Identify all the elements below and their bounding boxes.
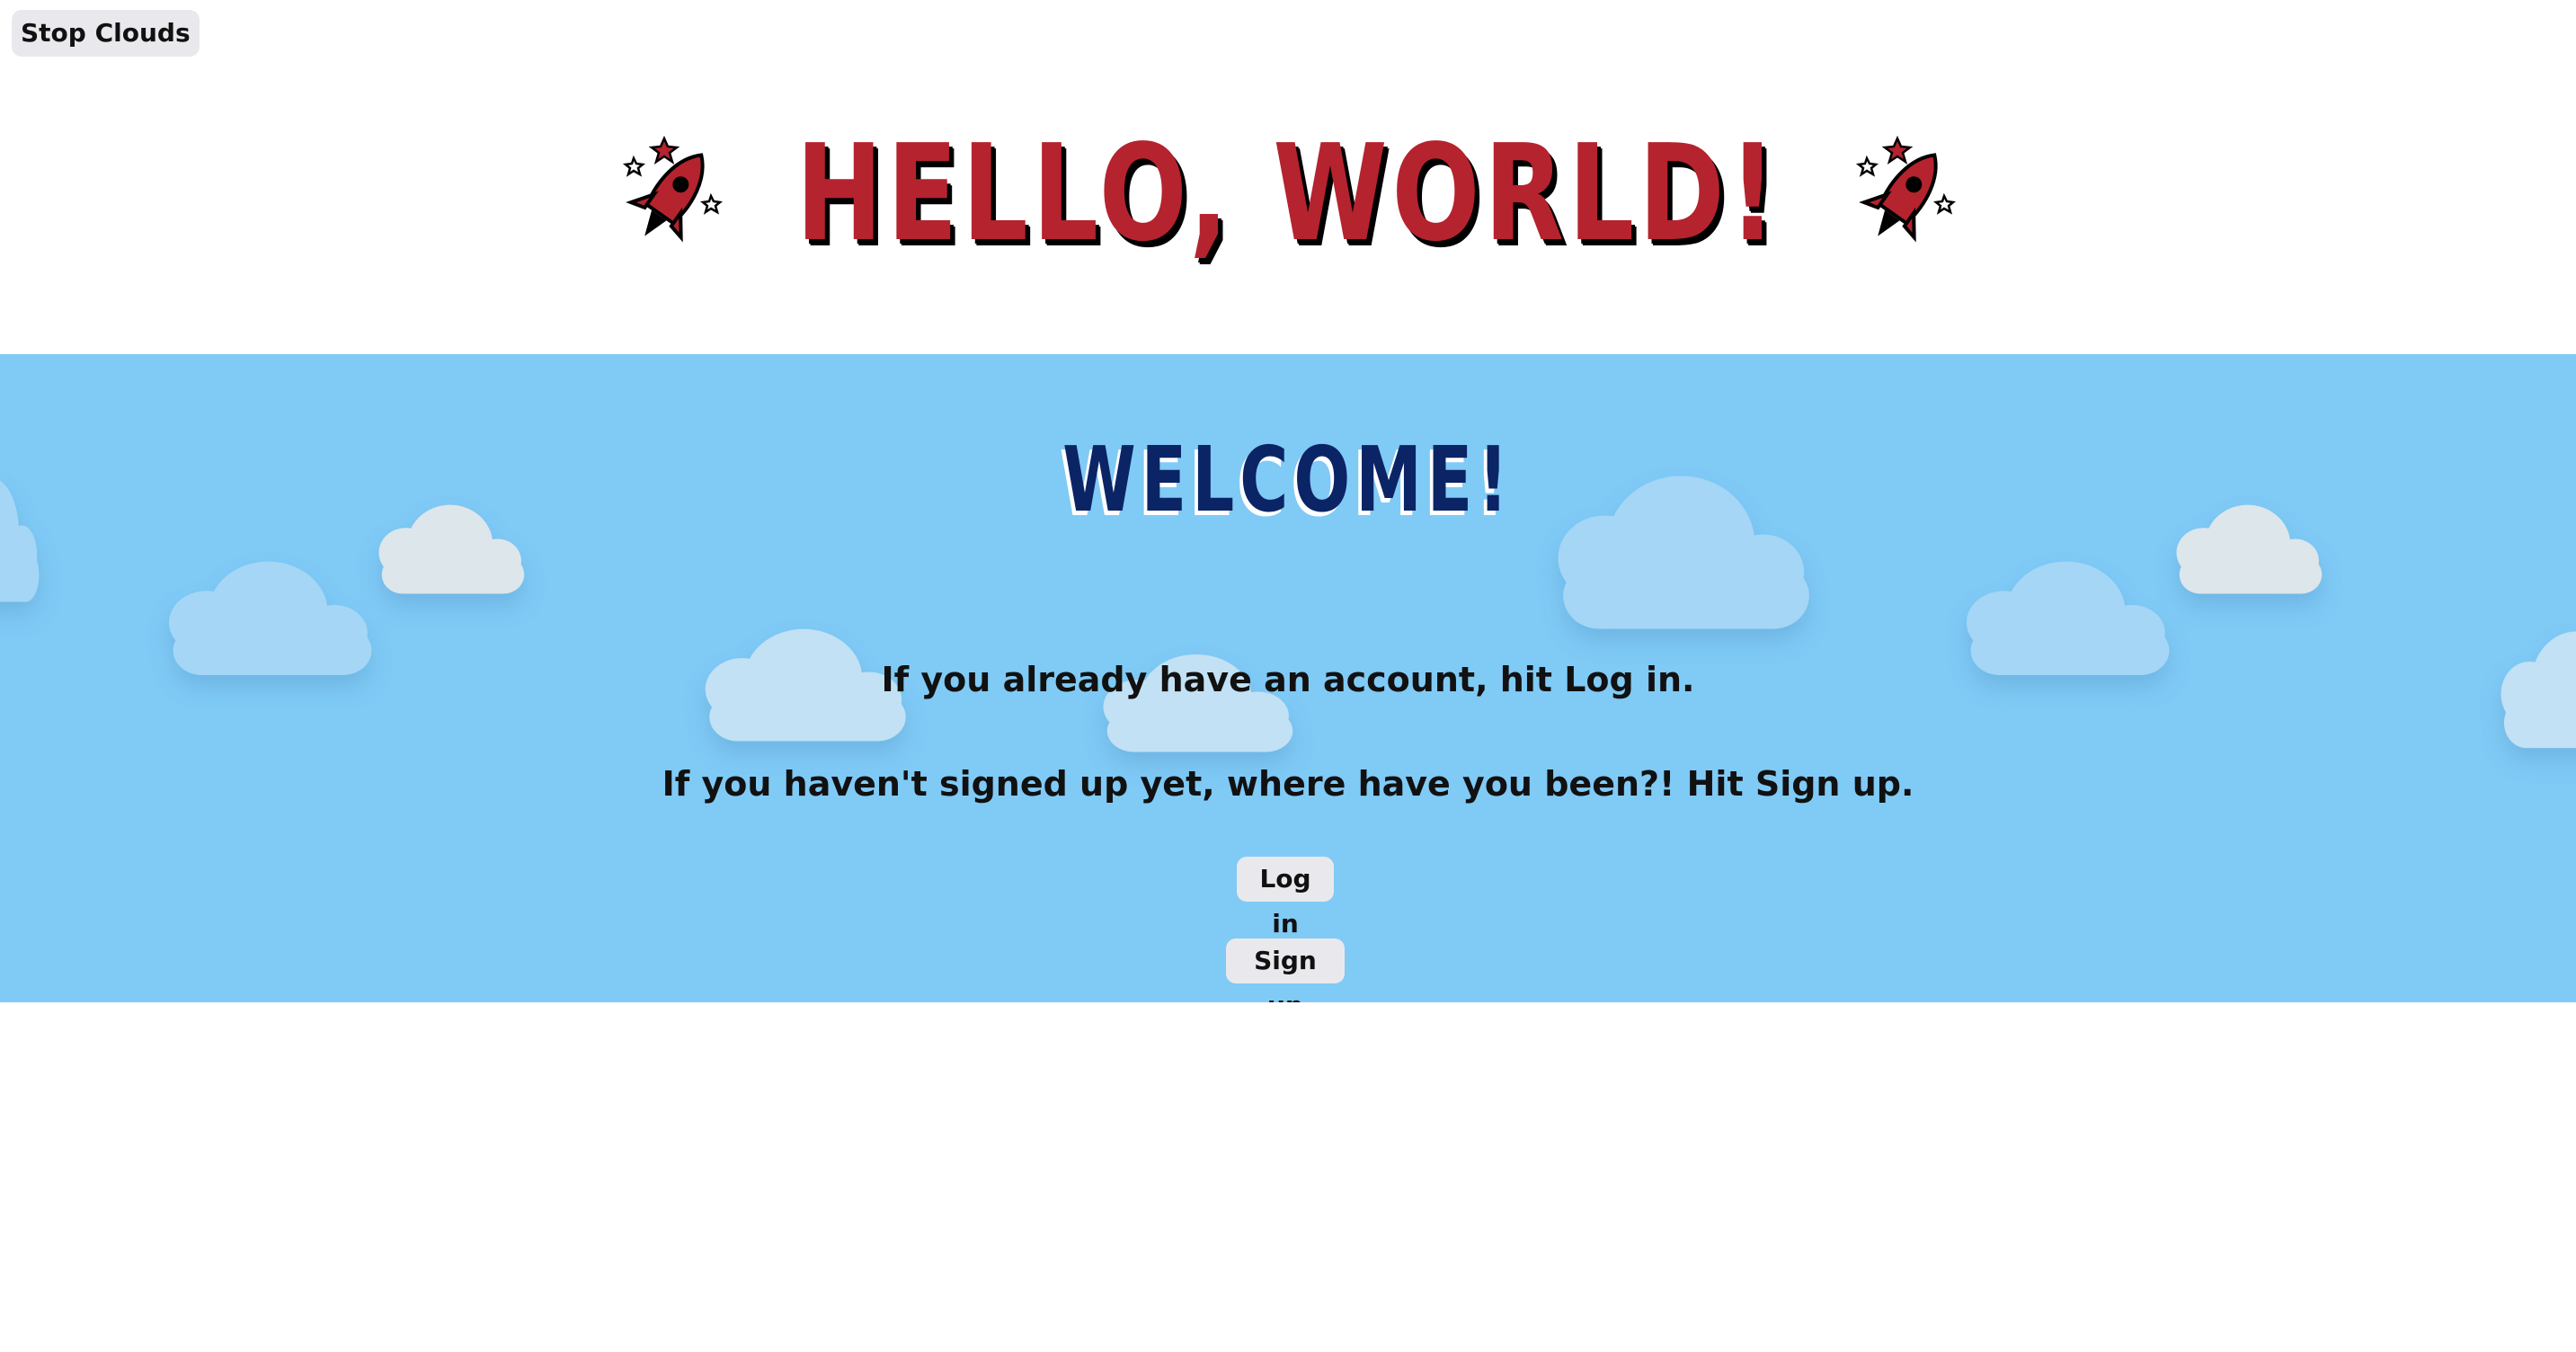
- rocket-icon: [1856, 135, 1957, 243]
- page: Stop Clouds HELLO, WORLD! WELCOME! If yo…: [0, 0, 2576, 1352]
- welcome-section: WELCOME! If you already have an account,…: [0, 354, 2576, 1002]
- login-message: If you already have an account, hit Log …: [881, 660, 1695, 699]
- cloud-icon: [0, 477, 40, 602]
- cloud-icon: [1967, 561, 2170, 675]
- stop-clouds-button[interactable]: Stop Clouds: [12, 10, 200, 57]
- page-title: HELLO, WORLD!: [795, 116, 1781, 271]
- cloud-icon: [169, 561, 372, 675]
- login-button[interactable]: Log in: [1237, 857, 1334, 938]
- page-header: HELLO, WORLD!: [0, 117, 2576, 270]
- welcome-heading: WELCOME!: [1062, 427, 1514, 532]
- rocket-icon: [622, 135, 723, 243]
- signup-message: If you haven't signed up yet, where have…: [662, 764, 1914, 804]
- signup-button[interactable]: Sign up: [1226, 938, 1345, 1002]
